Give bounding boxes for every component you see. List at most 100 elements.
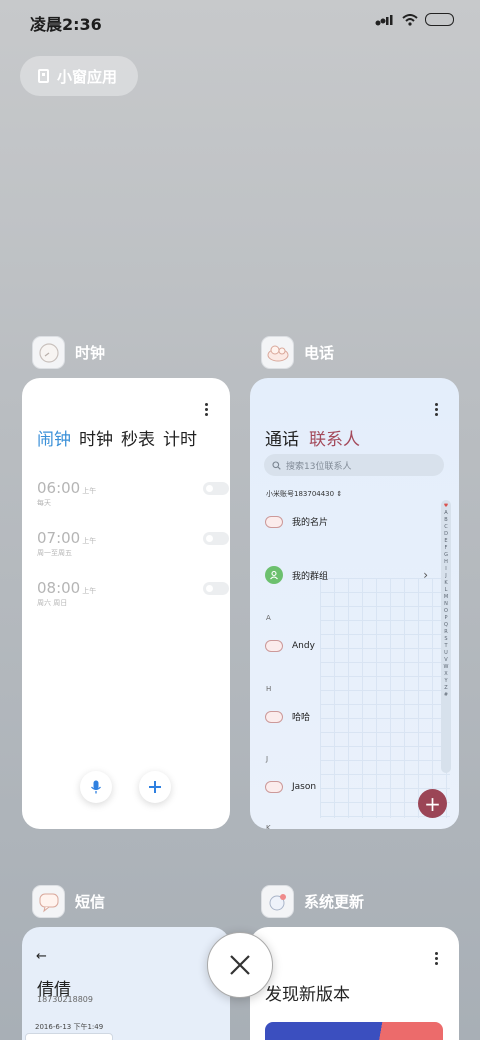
status-bar: 凌晨2:36 (0, 0, 480, 42)
alarm-toggle[interactable] (203, 482, 229, 495)
sms-app-name: 短信 (75, 893, 106, 911)
index-letter[interactable]: F (445, 545, 448, 552)
alphabet-index-scrollbar[interactable]: ♥ A B C D E F G H I J K L M N O P Q R S T U V W X Y Z # (441, 500, 451, 773)
my-card-label: 我的名片 (292, 518, 329, 528)
alarm-repeat: 周六 周日 (37, 599, 68, 607)
system-update-app-card[interactable]: 发现新版本 (250, 927, 459, 1040)
tab-calls[interactable]: 通话 (265, 425, 299, 450)
index-letter[interactable]: U (444, 650, 448, 657)
alarm-item[interactable]: 07:00 上午 周一至周五 (37, 528, 229, 562)
update-app-header[interactable]: 系统更新 (261, 885, 364, 918)
add-alarm-button[interactable] (139, 771, 171, 803)
more-options-icon[interactable] (435, 952, 439, 965)
index-letter[interactable]: R (444, 629, 447, 636)
clock-app-header[interactable]: 时钟 (32, 336, 105, 369)
section-letter: K (266, 824, 271, 829)
tab-clock[interactable]: 时钟 (79, 425, 113, 450)
index-letter[interactable]: Q (444, 622, 448, 629)
index-letter[interactable]: P (444, 615, 447, 622)
index-letter[interactable]: I (445, 566, 446, 573)
alarm-time: 08:00 (37, 579, 81, 597)
index-letter[interactable]: X (444, 671, 447, 678)
alarm-item[interactable]: 06:00 上午 每天 (37, 478, 229, 512)
contact-row[interactable]: 哈哈 (265, 710, 310, 723)
alarm-toggle[interactable] (203, 582, 229, 595)
alarm-item[interactable]: 08:00 上午 周六 周日 (37, 578, 229, 612)
search-icon (272, 460, 281, 470)
index-letter[interactable]: S (444, 636, 447, 643)
sms-app-icon (32, 885, 65, 918)
alarm-ampm: 上午 (82, 587, 97, 595)
microphone-icon (91, 780, 101, 794)
contact-name: 哈哈 (292, 713, 311, 723)
index-letter[interactable]: M (444, 594, 448, 601)
more-options-icon[interactable] (435, 403, 439, 416)
index-letter[interactable]: V (444, 657, 447, 664)
index-letter[interactable]: Z (444, 685, 447, 692)
index-letter[interactable]: J (445, 573, 446, 580)
tab-contacts[interactable]: 联系人 (309, 425, 360, 450)
index-letter[interactable]: # (444, 692, 448, 699)
index-letter[interactable]: A (444, 510, 447, 517)
contact-avatar-icon (265, 640, 283, 652)
index-letter[interactable]: E (444, 538, 447, 545)
alarm-repeat: 周一至周五 (37, 549, 72, 557)
signal-icon (375, 14, 393, 25)
contact-avatar-icon (265, 710, 283, 723)
contact-name: Andy (292, 641, 315, 651)
phone-tabs: 通话 联系人 (265, 425, 360, 450)
tab-stopwatch[interactable]: 秒表 (121, 425, 155, 450)
phone-app-header[interactable]: 电话 (261, 336, 334, 369)
contact-row[interactable]: Andy (265, 640, 315, 652)
sms-app-header[interactable]: 短信 (32, 885, 105, 918)
index-letter[interactable]: T (444, 643, 447, 650)
contact-avatar-icon (265, 781, 283, 793)
index-letter[interactable]: N (444, 601, 448, 608)
alarm-toggle[interactable] (203, 532, 229, 545)
index-letter[interactable]: B (444, 517, 447, 524)
index-letter[interactable]: G (444, 552, 448, 559)
wifi-icon (402, 13, 418, 26)
index-letter[interactable]: C (444, 524, 448, 531)
back-arrow-icon[interactable]: ← (36, 949, 47, 964)
index-letter[interactable]: L (445, 587, 448, 594)
index-letter[interactable]: H (444, 559, 448, 566)
clear-all-button[interactable] (207, 932, 273, 998)
my-groups-row[interactable]: 我的群组 (265, 566, 328, 584)
alarm-time: 07:00 (37, 529, 81, 547)
index-letter[interactable]: O (444, 608, 448, 615)
index-letter[interactable]: ♥ (444, 503, 448, 510)
group-icon (265, 566, 283, 584)
clock-app-name: 时钟 (75, 344, 106, 362)
section-letter: J (266, 755, 269, 763)
voice-alarm-button[interactable] (80, 771, 112, 803)
decorative-grid-background (320, 578, 450, 818)
contact-row[interactable]: Jason (265, 781, 316, 793)
clock-app-icon (32, 336, 65, 369)
contact-search-input[interactable]: 搜索13位联系人 (264, 454, 444, 476)
index-letter[interactable]: Y (444, 678, 447, 685)
small-window-icon (38, 69, 49, 83)
status-time: 凌晨2:36 (30, 15, 102, 34)
system-update-app-icon (261, 885, 294, 918)
my-card-row[interactable]: 我的名片 (265, 515, 328, 528)
small-window-apps-button[interactable]: 小窗应用 (20, 56, 138, 96)
small-window-label: 小窗应用 (57, 67, 118, 86)
tab-timer[interactable]: 计时 (163, 425, 197, 450)
account-label: 小米账号183704430 (266, 490, 335, 498)
alarm-repeat: 每天 (37, 499, 51, 507)
more-options-icon[interactable] (205, 403, 209, 416)
clock-tabs: 闹钟 时钟 秒表 计时 (37, 425, 197, 450)
index-letter[interactable]: K (444, 580, 447, 587)
phone-app-card[interactable]: 通话 联系人 搜索13位联系人 小米账号183704430 ⇕ 我的名片 我的群… (250, 378, 459, 829)
index-letter[interactable]: D (444, 531, 448, 538)
alarm-time: 06:00 (37, 479, 81, 497)
clock-app-card[interactable]: 闹钟 时钟 秒表 计时 06:00 上午 每天 07:00 上午 周一至周五 08:… (22, 378, 230, 829)
tab-alarm[interactable]: 闹钟 (37, 425, 71, 450)
account-selector[interactable]: 小米账号183704430 ⇕ (266, 489, 342, 499)
add-contact-button[interactable]: + (418, 789, 447, 818)
sms-app-card[interactable]: ← 倩倩 18730218809 2016-6-13 下午1:49 (22, 927, 230, 1040)
index-letter[interactable]: W (444, 664, 449, 671)
my-groups-label: 我的群组 (292, 571, 329, 582)
phone-app-name: 电话 (304, 344, 335, 362)
